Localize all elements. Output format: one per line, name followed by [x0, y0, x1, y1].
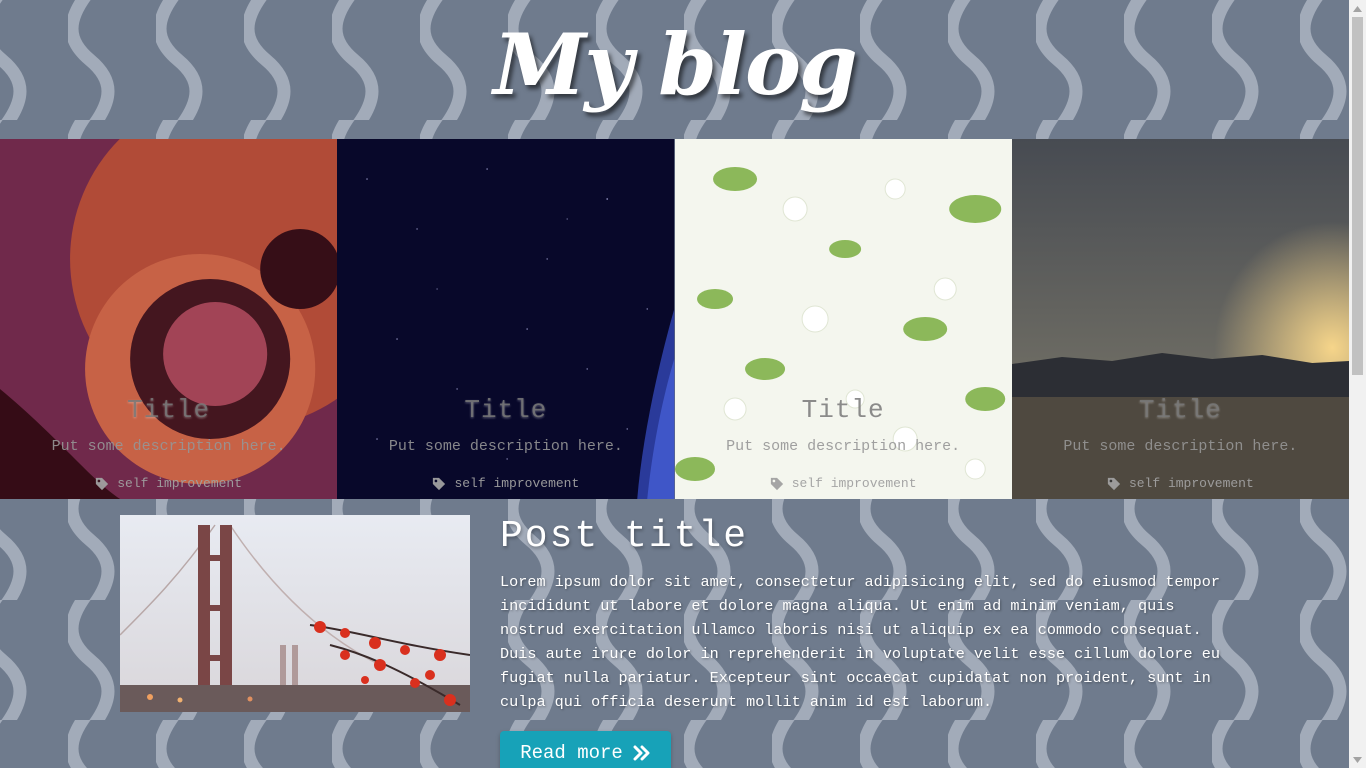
card-tag-label: self improvement: [117, 476, 243, 491]
card-description: Put some description here.: [1063, 438, 1298, 455]
card-description: Put some description here.: [388, 438, 623, 455]
tag-icon: [96, 477, 109, 490]
post-image[interactable]: [120, 515, 470, 712]
vertical-scrollbar[interactable]: [1349, 0, 1366, 768]
featured-card-2[interactable]: Title Put some description here. self im…: [337, 139, 675, 499]
featured-card-4[interactable]: Title Put some description here. self im…: [1011, 139, 1349, 499]
card-title: Title: [127, 395, 211, 425]
tag-icon: [770, 477, 783, 490]
featured-card-1[interactable]: Title Put some description here. self im…: [0, 139, 338, 499]
blog-title[interactable]: My blog: [0, 0, 1349, 130]
featured-card-3[interactable]: Title Put some description here. self im…: [674, 139, 1012, 499]
post-title[interactable]: Post title: [500, 515, 748, 558]
featured-posts: Title Put some description here. self im…: [0, 139, 1349, 499]
card-title: Title: [1138, 395, 1222, 425]
card-tag[interactable]: self improvement: [337, 476, 674, 491]
tag-icon: [1107, 477, 1121, 490]
card-tag-label: self improvement: [1128, 476, 1254, 491]
post-excerpt: Lorem ipsum dolor sit amet, consectetur …: [500, 573, 1221, 711]
card-title: Title: [801, 395, 885, 425]
site-header: My blog: [0, 0, 1349, 139]
scrollbar-thumb[interactable]: [1352, 17, 1363, 375]
card-tag[interactable]: self improvement: [0, 476, 337, 491]
double-chevron-right-icon: [633, 745, 650, 761]
card-tag[interactable]: self improvement: [1012, 476, 1349, 491]
card-tag-label: self improvement: [454, 476, 580, 491]
page: My blog Title Put some description here.…: [0, 0, 1349, 768]
read-more-label: Read more: [520, 742, 623, 764]
card-title: Title: [464, 395, 548, 425]
read-more-button[interactable]: Read more: [500, 731, 671, 768]
scroll-up-arrow-icon[interactable]: [1349, 0, 1366, 17]
card-description: Put some description here.: [51, 438, 286, 455]
card-tag-label: self improvement: [791, 476, 917, 491]
card-description: Put some description here.: [726, 438, 961, 455]
scroll-down-arrow-icon[interactable]: [1349, 751, 1366, 768]
tag-icon: [433, 477, 446, 490]
golden-gate-bridge-flowers-image: [120, 515, 470, 712]
card-tag[interactable]: self improvement: [675, 476, 1012, 491]
